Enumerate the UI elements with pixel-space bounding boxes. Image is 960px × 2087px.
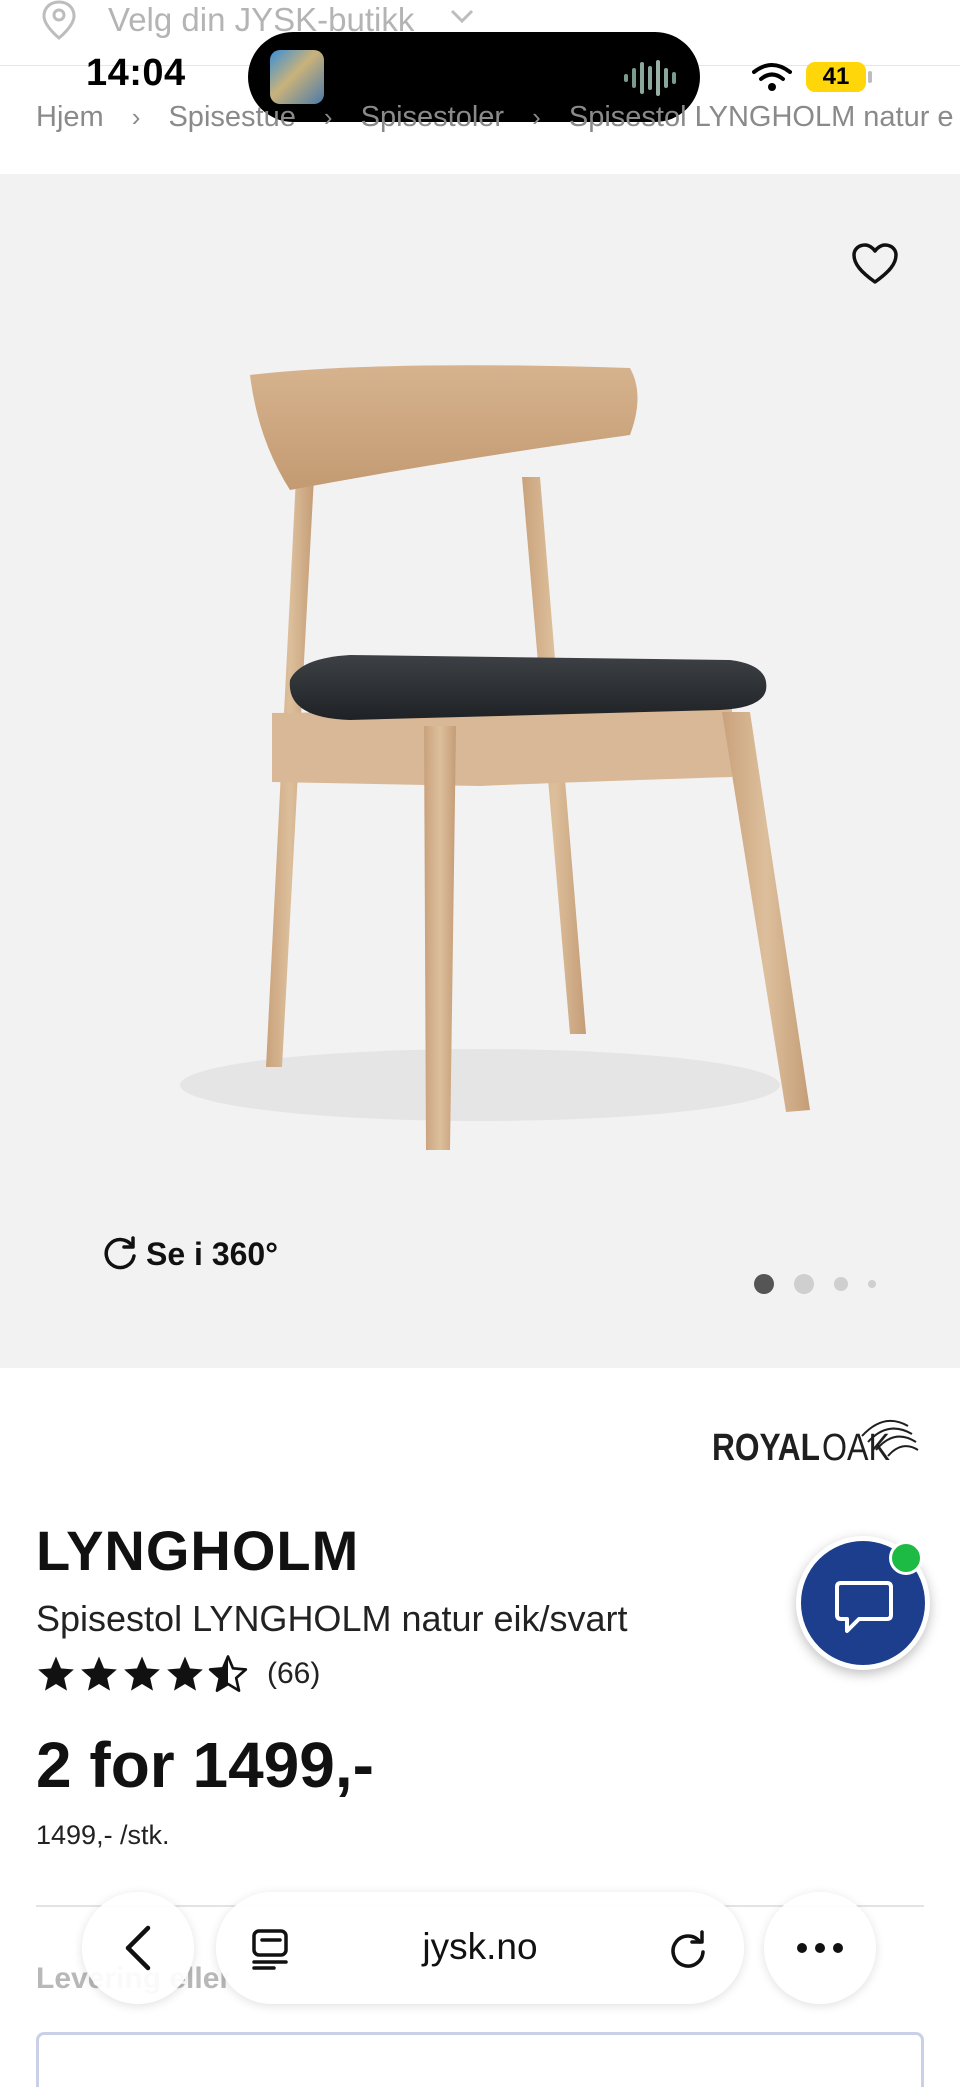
delivery-option-box[interactable] xyxy=(36,2032,924,2087)
online-status-dot xyxy=(889,1541,923,1575)
back-button[interactable] xyxy=(82,1892,194,2004)
star-full-icon xyxy=(38,1656,74,1691)
pagination-dot[interactable] xyxy=(794,1274,814,1294)
unit-price: 1499,- /stk. xyxy=(36,1820,170,1850)
breadcrumb-dining-chairs[interactable]: Spisestoler xyxy=(361,101,504,134)
more-options-button[interactable] xyxy=(764,1892,876,2004)
heart-icon[interactable] xyxy=(851,242,899,286)
breadcrumb-current: Spisestol LYNGHOLM natur e xyxy=(568,100,954,133)
more-dots-icon xyxy=(797,1943,843,1953)
chevron-right-icon: › xyxy=(532,101,541,132)
rating-count: (66) xyxy=(267,1657,321,1690)
product-title: LYNGHOLM xyxy=(36,1519,360,1582)
now-playing-artwork xyxy=(270,50,324,104)
reload-icon[interactable] xyxy=(666,1926,710,1970)
star-full-icon xyxy=(167,1656,203,1691)
chevron-right-icon: › xyxy=(323,101,333,132)
wifi-icon xyxy=(752,63,792,91)
product-rating[interactable]: (66) xyxy=(36,1654,320,1694)
location-pin-icon xyxy=(42,0,76,40)
address-bar[interactable]: jysk.no xyxy=(216,1892,744,2004)
status-time: 14:04 xyxy=(86,52,186,94)
chevron-left-icon xyxy=(125,1925,151,1971)
chat-button[interactable] xyxy=(796,1536,930,1670)
chat-bubble-icon xyxy=(835,1581,893,1633)
battery-indicator: 41 xyxy=(806,62,872,92)
view-360-label: Se i 360° xyxy=(146,1235,278,1272)
star-full-icon xyxy=(124,1656,160,1691)
star-full-icon xyxy=(81,1656,117,1691)
chevron-right-icon: › xyxy=(131,101,141,132)
pagination-dot[interactable] xyxy=(754,1274,774,1294)
breadcrumb: Hjem › Spisestue › Spisestoler › Spisest… xyxy=(36,100,960,142)
brand-logo: ROYAL OAK xyxy=(712,1419,919,1469)
product-image-chair xyxy=(180,365,810,1150)
rotate-icon xyxy=(104,1236,136,1270)
breadcrumb-dining-room[interactable]: Spisestue xyxy=(168,101,295,134)
gallery-pagination xyxy=(754,1274,896,1294)
pagination-dot[interactable] xyxy=(834,1277,848,1291)
page-menu-icon[interactable] xyxy=(250,1928,292,1970)
star-half-icon xyxy=(208,1655,248,1692)
url-text[interactable]: jysk.no xyxy=(216,1926,744,1968)
breadcrumb-home[interactable]: Hjem xyxy=(36,101,104,134)
product-price: 2 for 1499,- xyxy=(36,1729,374,1801)
svg-text:ROYAL: ROYAL xyxy=(712,1427,820,1469)
chevron-down-icon xyxy=(450,9,474,24)
product-subtitle: Spisestol LYNGHOLM natur eik/svart xyxy=(36,1598,628,1639)
pagination-dot[interactable] xyxy=(868,1280,876,1288)
view-360-button[interactable]: Se i 360° xyxy=(100,1234,278,1274)
audio-waveform-icon xyxy=(624,60,676,96)
